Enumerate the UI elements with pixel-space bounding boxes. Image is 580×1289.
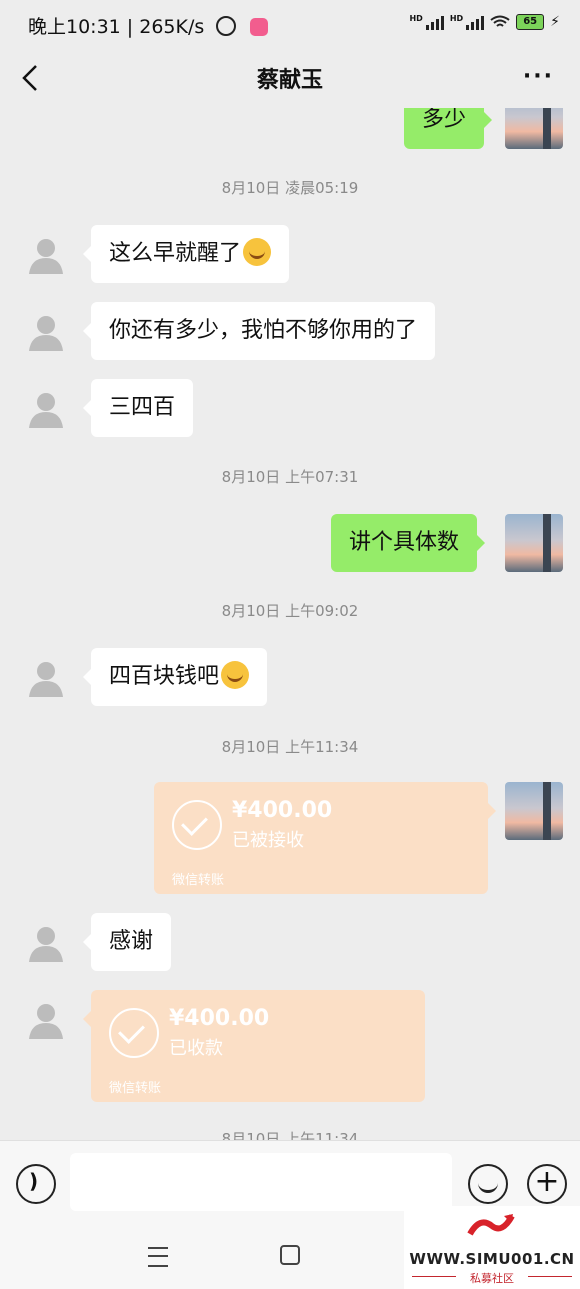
voice-input-icon[interactable]: [16, 1164, 56, 1204]
message-text: 四百块钱吧: [109, 664, 220, 689]
transfer-amount: ¥400.00: [232, 798, 333, 823]
chat-header-overlay: 蔡献玉 ···: [0, 50, 580, 108]
transfer-amount: ¥400.00: [169, 1006, 270, 1031]
timestamp: 8月10日 上午11:34: [221, 738, 359, 756]
transfer-card-sent[interactable]: ¥400.00 已被接收 微信转账: [154, 782, 496, 894]
check-circle-icon: [172, 800, 222, 850]
message-bubble-received[interactable]: 这么早就醒了: [82, 225, 290, 283]
check-circle-icon: [109, 1008, 159, 1058]
transfer-status: 已收款: [169, 1038, 223, 1059]
message-text: 三四百: [109, 395, 176, 420]
message-input[interactable]: [70, 1153, 452, 1211]
watermark-logo-icon: [467, 1214, 515, 1236]
status-time-speed: 晚上10:31 | 265K/s: [28, 16, 205, 38]
self-avatar[interactable]: [505, 782, 563, 840]
watermark: WWW.SIMU001.CN 私募社区: [404, 1206, 580, 1289]
hd-label: HD: [409, 14, 423, 23]
status-right: HD HD 65 ⚡: [409, 14, 560, 30]
charging-icon: ⚡: [550, 14, 560, 30]
watermark-cn: 私募社区: [470, 1272, 514, 1285]
contact-avatar-icon[interactable]: [27, 390, 65, 428]
message-bubble-received[interactable]: 感谢: [82, 913, 172, 971]
message-bubble-received[interactable]: 四百块钱吧: [82, 648, 268, 706]
status-bar: 晚上10:31 | 265K/s HD HD 65 ⚡: [0, 0, 580, 50]
message-text: 你还有多少，我怕不够你用的了: [109, 318, 418, 343]
timestamp: 8月10日 上午09:02: [221, 602, 359, 620]
recent-apps-icon[interactable]: [148, 1247, 168, 1267]
message-bubble-received[interactable]: 三四百: [82, 379, 194, 437]
contact-avatar-icon[interactable]: [27, 924, 65, 962]
message-text: 这么早就醒了: [109, 241, 242, 266]
self-avatar[interactable]: [505, 514, 563, 572]
message-text: 讲个具体数: [349, 530, 460, 555]
emoji-icon[interactable]: [468, 1164, 508, 1204]
more-options-icon-overlay[interactable]: ···: [523, 64, 554, 89]
contact-avatar-icon[interactable]: [27, 659, 65, 697]
laugh-emoji-icon: [221, 661, 250, 689]
more-functions-plus-icon[interactable]: +: [527, 1164, 567, 1204]
contact-avatar-icon[interactable]: [27, 1001, 65, 1039]
transfer-status: 已被接收: [232, 830, 304, 851]
wifi-icon: [490, 15, 510, 27]
alarm-icon: [216, 16, 237, 36]
laugh-emoji-icon: [243, 238, 272, 266]
app-notification-icon: [250, 18, 269, 36]
timestamp: 8月10日 凌晨05:19: [221, 179, 359, 197]
transfer-card-received[interactable]: ¥400.00 已收款 微信转账: [83, 990, 425, 1102]
watermark-url: WWW.SIMU001.CN: [409, 1250, 575, 1268]
contact-avatar-icon[interactable]: [27, 236, 65, 274]
timestamp: 8月10日 上午07:31: [221, 468, 359, 486]
chat-title-overlay: 蔡献玉: [256, 68, 323, 93]
contact-avatar-icon[interactable]: [27, 313, 65, 351]
transfer-footer: 微信转账: [172, 873, 225, 888]
message-bubble-sent[interactable]: 讲个具体数: [331, 514, 486, 572]
battery-icon: 65: [516, 14, 545, 30]
divider: [528, 1276, 572, 1277]
message-text: 感谢: [109, 929, 154, 954]
status-left: 晚上10:31 | 265K/s: [28, 12, 269, 39]
home-icon[interactable]: [280, 1245, 300, 1265]
signal-icon-2: HD: [449, 14, 485, 30]
message-text: 多少: [422, 107, 467, 132]
signal-icon: HD: [409, 14, 444, 30]
message-bubble-received[interactable]: 你还有多少，我怕不够你用的了: [82, 302, 436, 360]
hd-label-2: HD: [449, 14, 464, 23]
transfer-footer: 微信转账: [109, 1081, 162, 1096]
